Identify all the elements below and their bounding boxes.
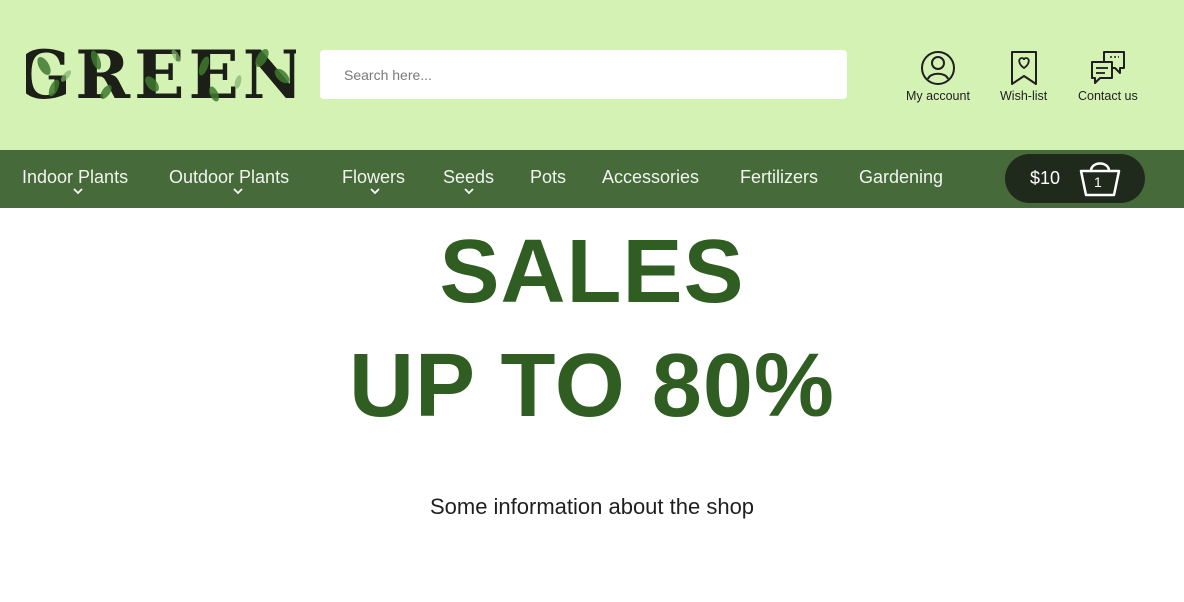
cart-count: 1 (1094, 174, 1102, 190)
nav-item-pots[interactable]: Pots (530, 150, 570, 208)
contact-us-label: Contact us (1078, 89, 1138, 103)
nav-item-label: Seeds (443, 167, 495, 187)
my-account-label: My account (906, 89, 970, 103)
nav-item-seeds[interactable]: Seeds (443, 150, 497, 208)
search-input[interactable] (320, 50, 847, 99)
cart-button[interactable]: $10 1 (1005, 154, 1145, 203)
nav-item-label: Gardening (859, 167, 944, 187)
logo-graphic: GREEN (26, 36, 296, 110)
wish-list-button[interactable]: Wish-list (1000, 48, 1047, 103)
nav-item-label: Pots (530, 167, 567, 187)
chevron-down-icon (73, 188, 83, 195)
nav-item-label: Flowers (342, 167, 406, 187)
nav-item-fertilizers[interactable]: Fertilizers (740, 150, 826, 208)
header: GREEN Search here... My account Wish-lis… (0, 0, 1184, 150)
nav-item-gardening[interactable]: Gardening (859, 150, 949, 208)
sales-subheading: UP TO 80% (349, 336, 835, 436)
chevron-down-icon (370, 188, 380, 195)
logo[interactable]: GREEN (26, 36, 296, 110)
chat-icon (1090, 51, 1125, 84)
nav-item-outdoor-plants[interactable]: Outdoor Plants (169, 150, 297, 208)
nav-item-accessories[interactable]: Accessories (602, 150, 706, 208)
shop-info-text: Some information about the shop (429, 494, 755, 519)
nav-item-indoor-plants[interactable]: Indoor Plants (22, 150, 134, 208)
chevron-down-icon (464, 188, 474, 195)
contact-us-button[interactable]: Contact us (1078, 48, 1138, 103)
bookmark-heart-icon (1010, 51, 1037, 85)
nav-item-label: Fertilizers (740, 167, 819, 187)
nav-item-label: Outdoor Plants (169, 167, 290, 187)
nav-item-flowers[interactable]: Flowers (342, 150, 410, 208)
wish-list-label: Wish-list (1000, 89, 1048, 103)
chevron-down-icon (233, 188, 243, 195)
nav-item-label: Accessories (602, 167, 700, 187)
my-account-button[interactable]: My account (906, 48, 970, 103)
user-icon (920, 51, 955, 85)
page: GREEN Search here... My account Wish-lis… (0, 0, 1184, 602)
sales-heading: SALES (439, 222, 745, 322)
cart-total: $10 (1030, 168, 1061, 188)
nav-item-label: Indoor Plants (22, 167, 129, 187)
